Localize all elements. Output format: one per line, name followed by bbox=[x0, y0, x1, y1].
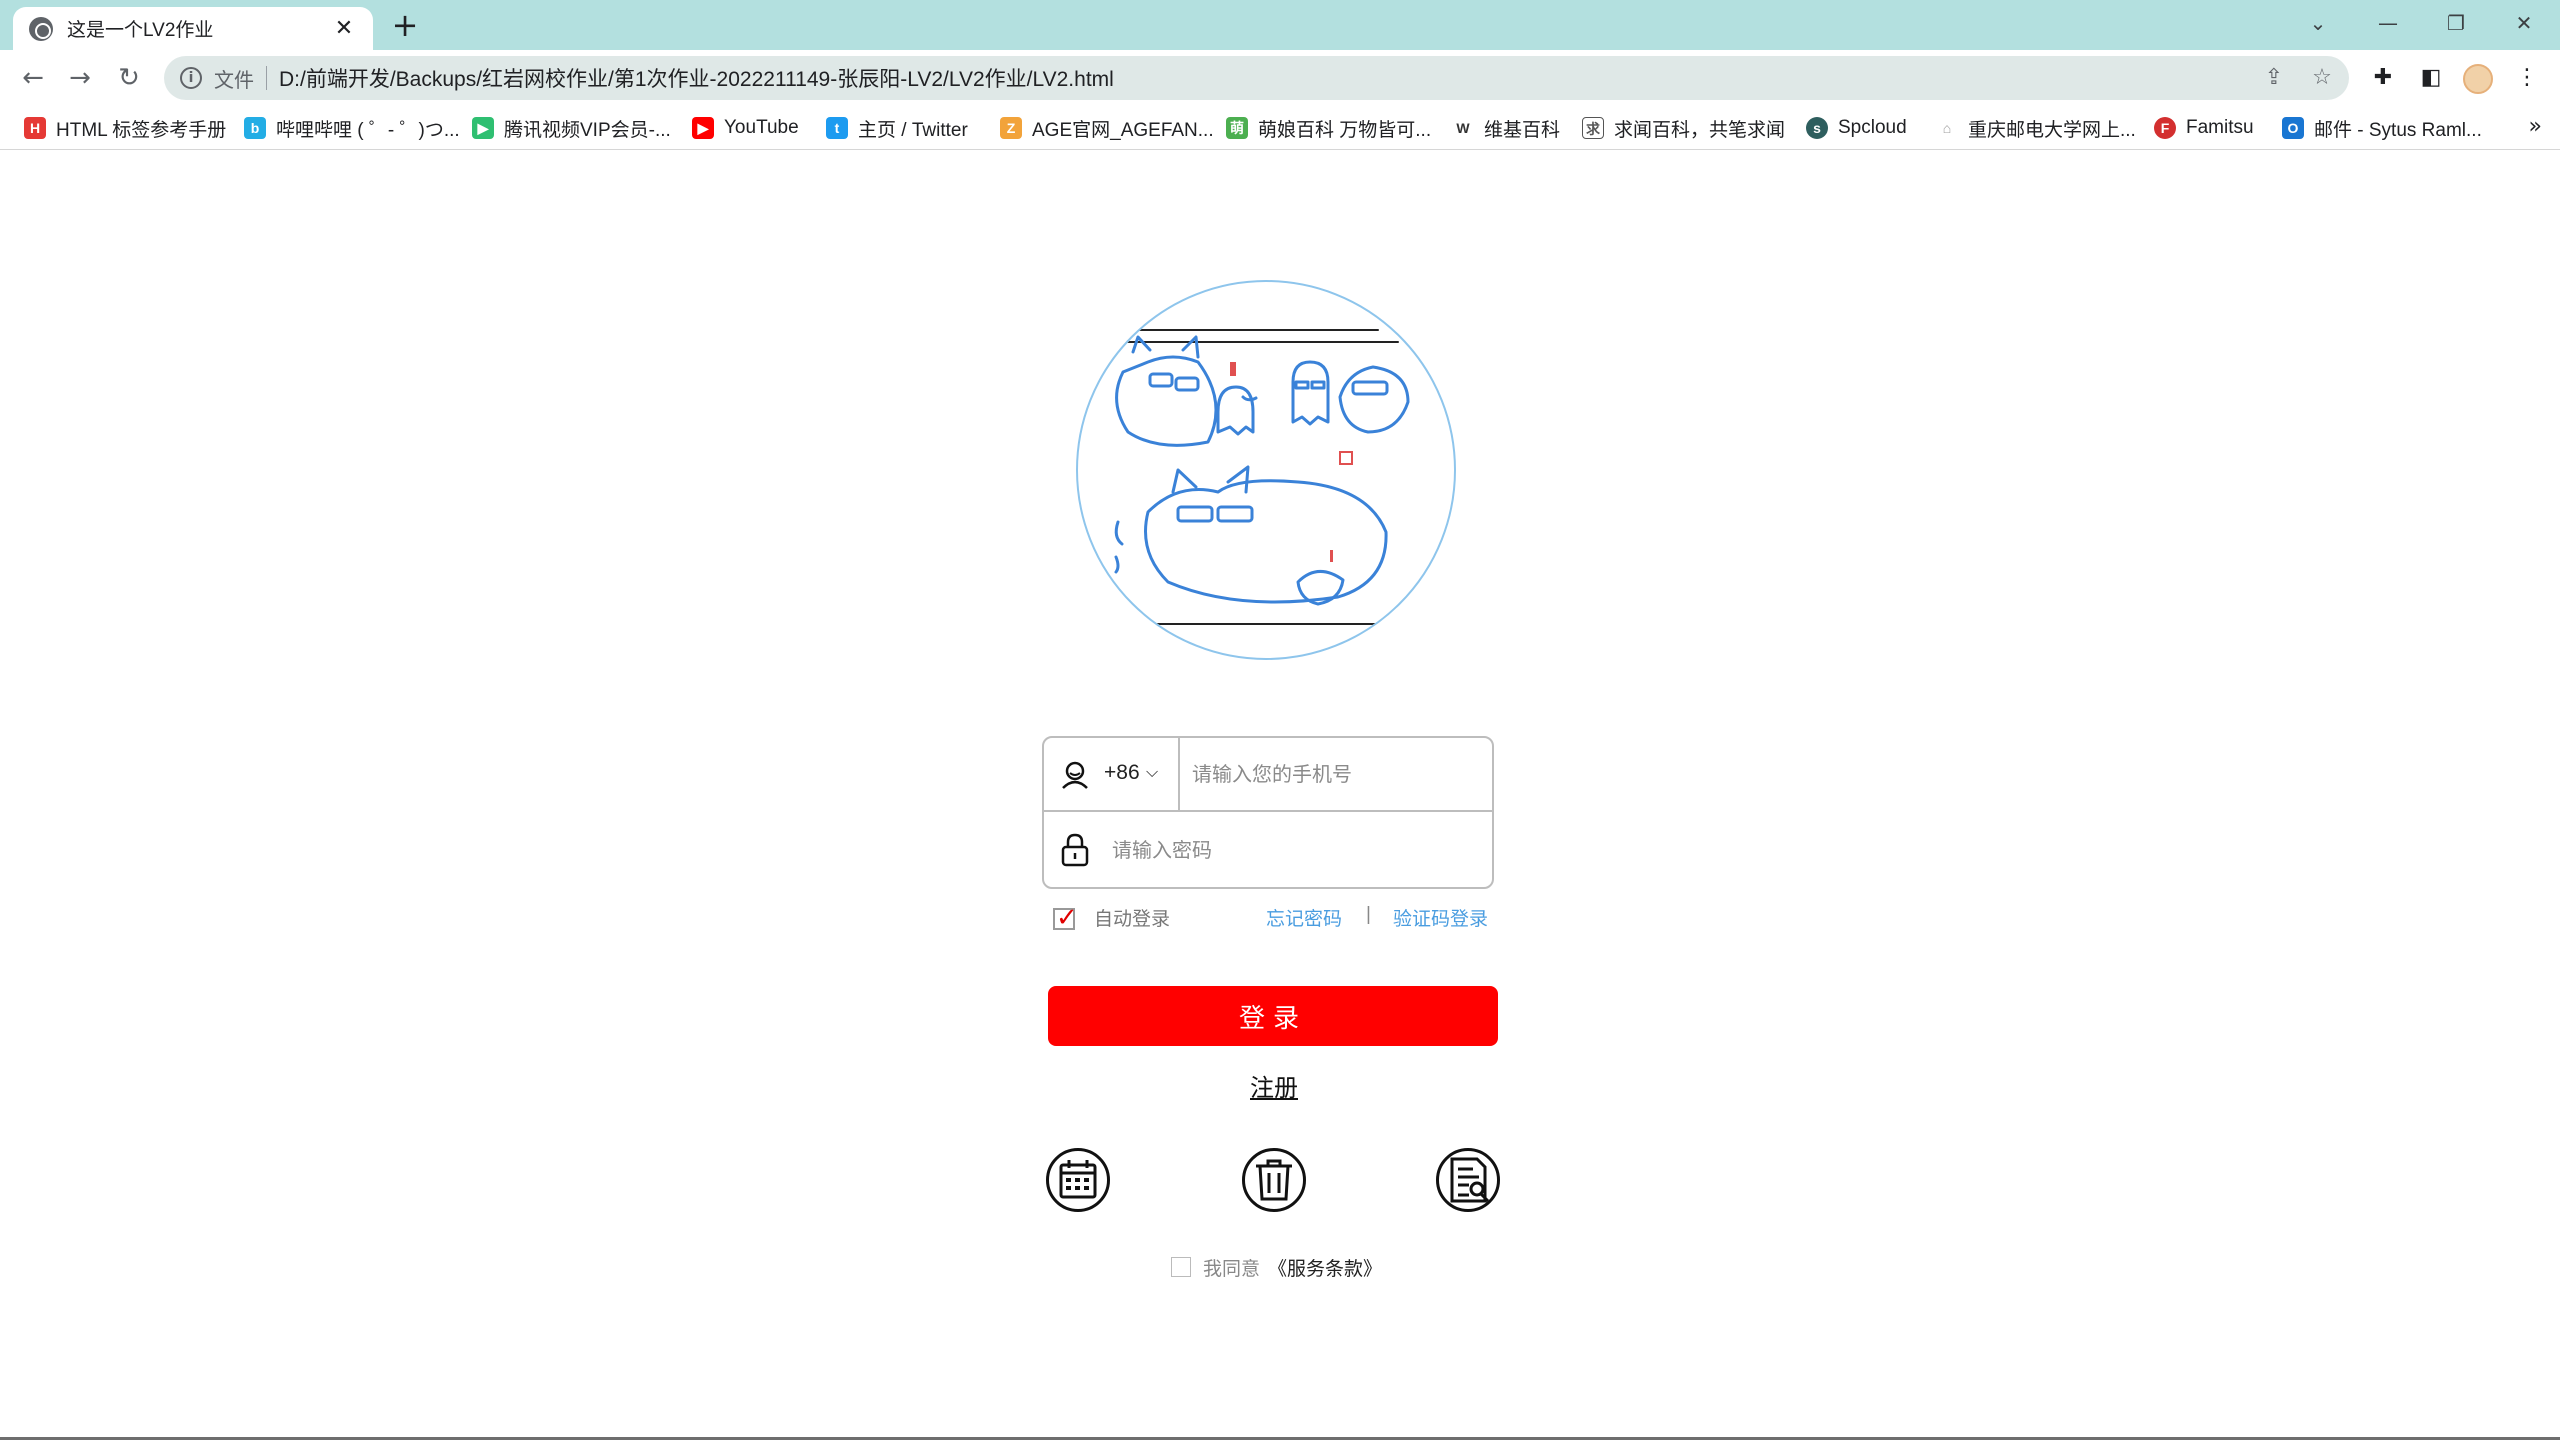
user-icon bbox=[1062, 761, 1088, 789]
tencent-video-icon: ▶ bbox=[472, 117, 494, 139]
new-tab-button[interactable]: + bbox=[388, 8, 422, 42]
bookmark-outlook[interactable]: O 邮件 - Sytus Raml... bbox=[2282, 114, 2482, 142]
qiuwen-icon: 求 bbox=[1582, 117, 1604, 139]
sms-login-link[interactable]: 验证码登录 bbox=[1393, 904, 1488, 934]
bilibili-icon: b bbox=[244, 117, 266, 139]
home-icon: ⌂ bbox=[1936, 117, 1958, 139]
restore-icon[interactable]: ❐ bbox=[2436, 8, 2476, 38]
extensions-icon[interactable]: ✚ bbox=[2368, 63, 2398, 93]
document-icon[interactable] bbox=[1436, 1148, 1500, 1212]
browser-toolbar: ← → ↻ i 文件 D:/前端开发/Backups/红岩网校作业/第1次作业-… bbox=[0, 50, 2560, 106]
profile-avatar[interactable] bbox=[2463, 64, 2493, 94]
avatar-image bbox=[1076, 280, 1456, 660]
tab-search-icon[interactable]: ⌄ bbox=[2298, 8, 2338, 38]
tab-close-icon[interactable]: ✕ bbox=[331, 16, 357, 41]
url-text[interactable]: D:/前端开发/Backups/红岩网校作业/第1次作业-2022211149-… bbox=[279, 63, 1114, 93]
address-bar[interactable]: i 文件 D:/前端开发/Backups/红岩网校作业/第1次作业-202221… bbox=[164, 56, 2349, 100]
bookmark-agefans[interactable]: Z AGE官网_AGEFAN... bbox=[1000, 114, 1214, 142]
info-icon[interactable]: i bbox=[180, 67, 202, 89]
link-separator: | bbox=[1366, 904, 1371, 925]
login-form: +86 ⌵ bbox=[1042, 736, 1494, 889]
cat-sketch-illustration bbox=[1114, 329, 1410, 625]
trash-icon[interactable] bbox=[1242, 1148, 1306, 1212]
phone-divider bbox=[1178, 738, 1180, 812]
file-scheme-label: 文件 bbox=[214, 69, 254, 92]
register-link[interactable]: 注册 bbox=[1250, 1068, 1298, 1103]
lock-icon bbox=[1061, 833, 1089, 867]
phone-input[interactable] bbox=[1192, 756, 1482, 794]
back-icon[interactable]: ← bbox=[16, 61, 50, 95]
famitsu-icon: F bbox=[2154, 117, 2176, 139]
youtube-icon: ▶ bbox=[692, 117, 714, 139]
bookmarks-bar: H HTML 标签参考手册 b 哔哩哔哩 ( ゜- ゜)つ... ▶ 腾讯视频VIP会… bbox=[0, 106, 2560, 150]
twitter-icon: t bbox=[826, 117, 848, 139]
bookmark-moegirl[interactable]: 萌萌娘百科 万物皆可... bbox=[1226, 114, 1431, 142]
terms-of-service-link[interactable]: 《服务条款》 bbox=[1268, 1254, 1382, 1281]
side-panel-icon[interactable]: ◧ bbox=[2416, 63, 2446, 93]
country-code-select[interactable]: +86 bbox=[1104, 761, 1140, 785]
tab-title: 这是一个LV2作业 bbox=[67, 20, 214, 41]
agree-checkbox[interactable] bbox=[1171, 1257, 1191, 1277]
reload-icon[interactable]: ↻ bbox=[112, 61, 146, 95]
trash-glyph bbox=[1256, 1159, 1292, 1201]
bookmarks-overflow-icon[interactable]: » bbox=[2529, 114, 2542, 139]
login-button[interactable]: 登录 bbox=[1048, 986, 1498, 1046]
bookmark-html-ref[interactable]: H HTML 标签参考手册 bbox=[24, 114, 226, 142]
bookmark-famitsu[interactable]: F Famitsu bbox=[2154, 114, 2254, 142]
bookmark-cqupt[interactable]: ⌂ 重庆邮电大学网上... bbox=[1936, 114, 2136, 142]
forgot-password-link[interactable]: 忘记密码 bbox=[1266, 904, 1342, 934]
bookmark-twitter[interactable]: t 主页 / Twitter bbox=[826, 114, 968, 142]
chevron-down-icon[interactable]: ⌵ bbox=[1146, 762, 1158, 782]
calendar-glyph bbox=[1059, 1160, 1097, 1199]
moegirl-icon: 萌 bbox=[1226, 117, 1248, 139]
auto-login-checkbox[interactable] bbox=[1053, 903, 1078, 933]
globe-icon bbox=[29, 16, 53, 41]
document-glyph bbox=[1450, 1157, 1490, 1203]
phone-row: +86 ⌵ bbox=[1044, 738, 1492, 812]
bookmark-youtube[interactable]: ▶ YouTube bbox=[692, 114, 799, 142]
agefans-icon: Z bbox=[1000, 117, 1022, 139]
forward-icon[interactable]: → bbox=[63, 61, 97, 95]
calendar-icon[interactable] bbox=[1046, 1148, 1110, 1212]
browser-titlebar: 这是一个LV2作业 ✕ + ⌄ — ❐ ✕ bbox=[0, 0, 2560, 50]
bookmark-star-icon[interactable]: ☆ bbox=[2302, 56, 2342, 100]
auto-login-label: 自动登录 bbox=[1094, 909, 1171, 930]
agree-label: 我同意 bbox=[1203, 1258, 1261, 1280]
bookmark-wikipedia[interactable]: W 维基百科 bbox=[1452, 114, 1560, 142]
share-icon[interactable]: ⇪ bbox=[2254, 56, 2294, 100]
omnibox-divider bbox=[266, 66, 267, 90]
bookmark-qiuwen[interactable]: 求求闻百科，共笔求闻 bbox=[1582, 114, 1785, 142]
password-input[interactable] bbox=[1112, 832, 1482, 870]
menu-icon[interactable]: ⋮ bbox=[2512, 63, 2542, 93]
wikipedia-icon: W bbox=[1452, 117, 1474, 139]
outlook-icon: O bbox=[2282, 117, 2304, 139]
minimize-icon[interactable]: — bbox=[2368, 8, 2408, 38]
bookmark-tencent-video[interactable]: ▶ 腾讯视频VIP会员-... bbox=[472, 114, 671, 142]
bookmark-bilibili[interactable]: b 哔哩哔哩 ( ゜- ゜)つ... bbox=[244, 114, 460, 142]
window-close-icon[interactable]: ✕ bbox=[2504, 8, 2544, 38]
html-ref-icon: H bbox=[24, 117, 46, 139]
spcloud-icon: s bbox=[1806, 117, 1828, 139]
bookmark-spcloud[interactable]: s Spcloud bbox=[1806, 114, 1907, 142]
browser-tab[interactable]: 这是一个LV2作业 ✕ bbox=[13, 7, 373, 50]
